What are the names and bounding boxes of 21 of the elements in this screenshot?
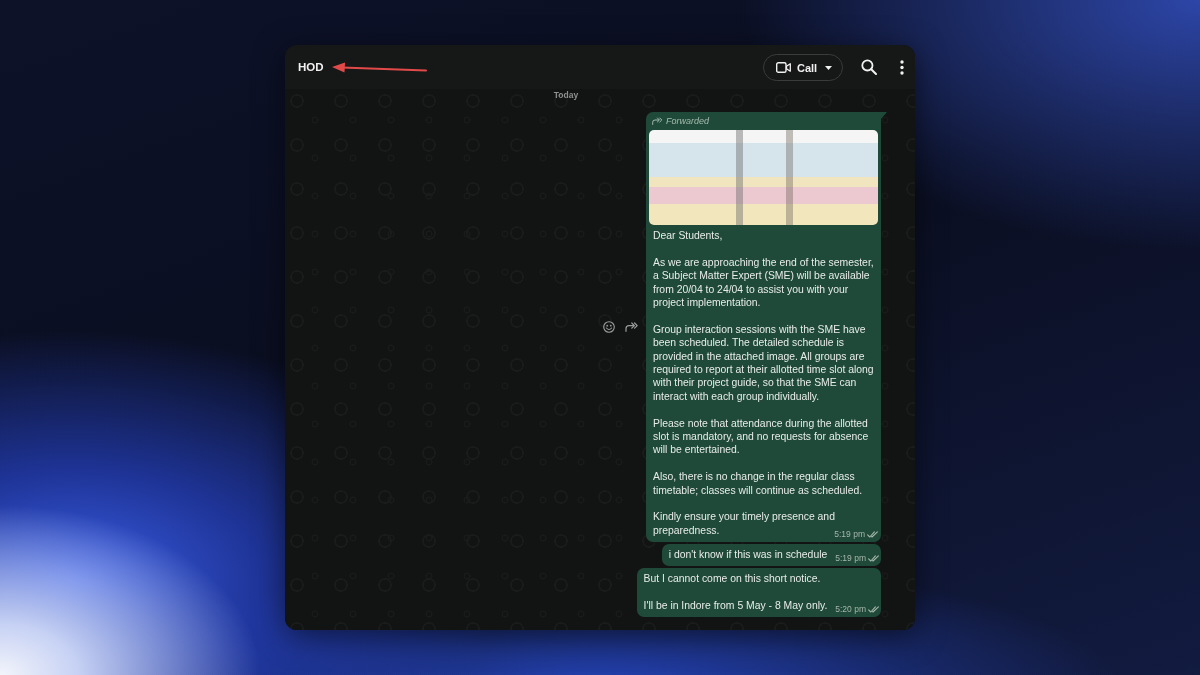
forwarded-label: Forwarded xyxy=(666,115,710,127)
chat-title: HOD xyxy=(298,61,324,73)
message-time: 5:20 pm xyxy=(835,603,866,615)
menu-icon[interactable] xyxy=(900,59,904,75)
message-text: But I cannot come on this short notice. xyxy=(643,571,822,586)
smiley-icon[interactable] xyxy=(603,320,615,333)
message-text: I'll be in Indore from 5 May - 8 May only. xyxy=(643,599,828,611)
message-time: 5:19 pm xyxy=(834,528,865,540)
video-camera-icon xyxy=(776,62,791,73)
search-icon[interactable] xyxy=(861,59,877,75)
message-text: Also, there is no change in the regular class timetable; classes will continue as scheduled. xyxy=(653,470,864,498)
message-text: Kindly ensure your timely presence and preparedness. xyxy=(653,511,835,536)
date-label: Today xyxy=(553,89,579,101)
caret-icon xyxy=(825,65,833,70)
message-text: Please note that attendance during the allotted slot is mandatory, and no requests for absence will be entertained. xyxy=(653,416,870,457)
message-text: Group interaction sessions with the SME have been scheduled. The detailed schedule is provided in the attached image. All groups are required to report at their allotted time slot along with their project guide, so that the SME can interact with each group individually. xyxy=(653,322,875,404)
message-text: i don't know if this was in schedule xyxy=(668,548,828,560)
message-time: 5:19 pm xyxy=(835,552,866,564)
forward-icon[interactable] xyxy=(625,321,638,332)
message-text: Dear Students, xyxy=(653,229,724,243)
message-text: As we are approaching the end of the semester, a Subject Matter Expert (SME) will be available from 20/04 to 24/04 to assist you with your project implementation. xyxy=(653,255,875,310)
